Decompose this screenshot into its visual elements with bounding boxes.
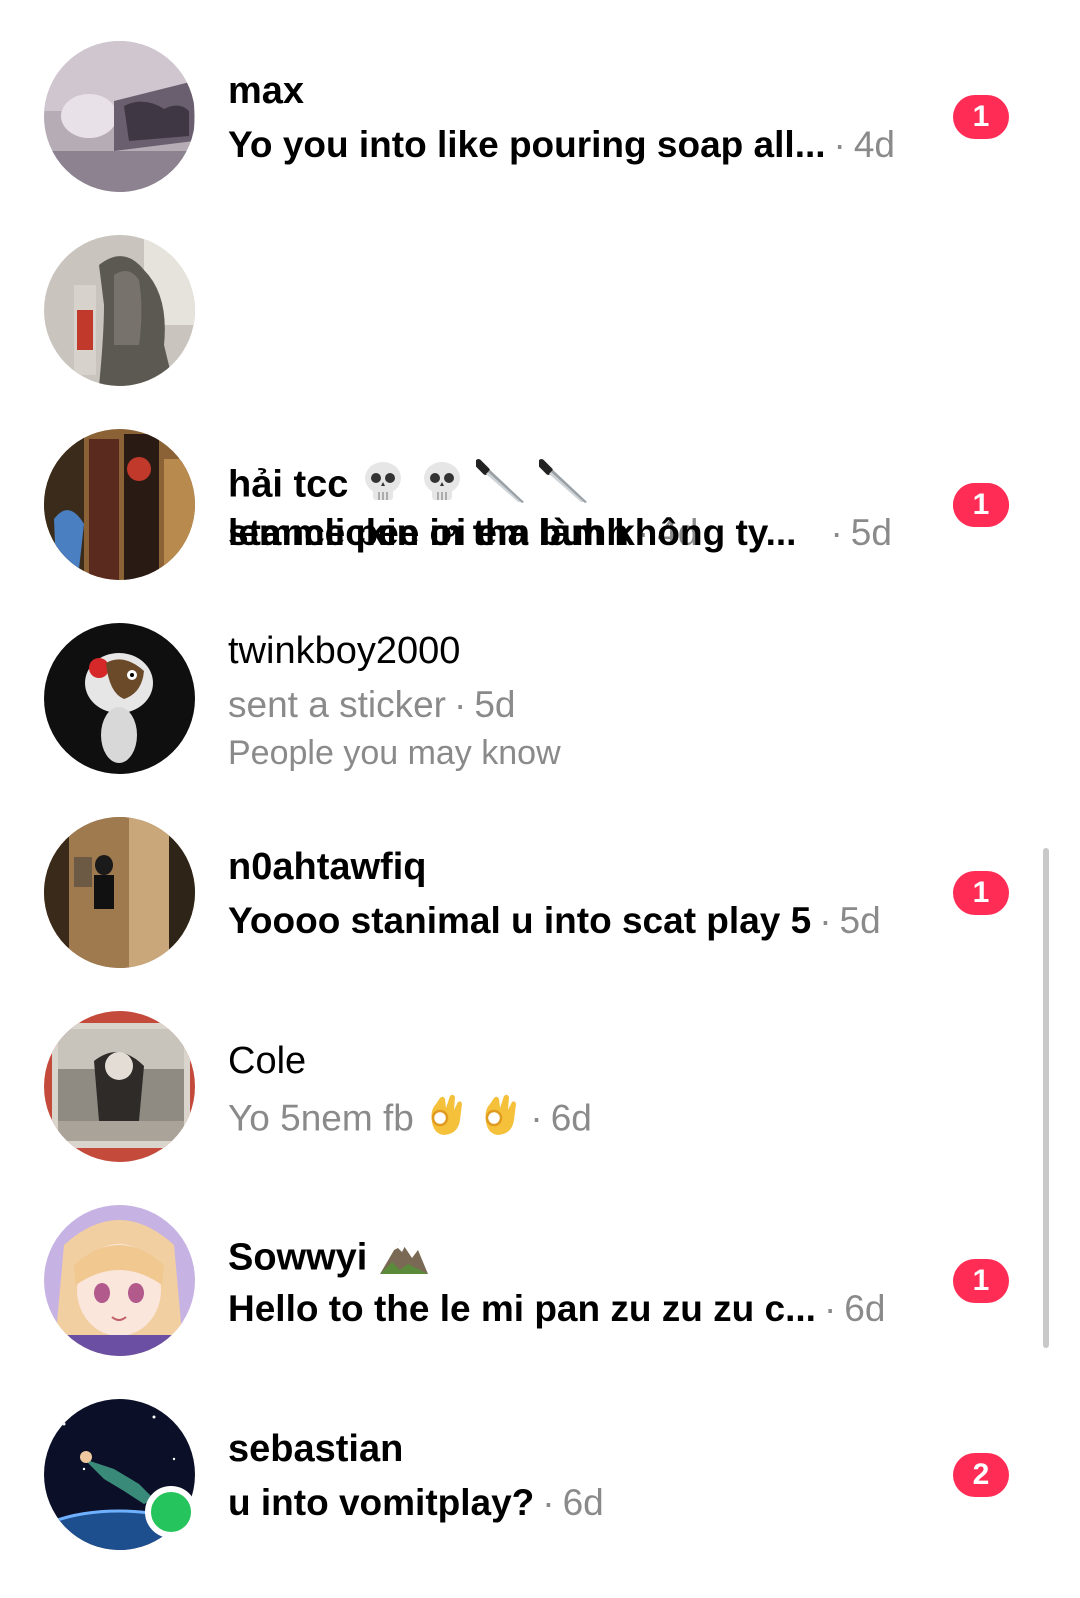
message-preview: sent a sticker · 5d xyxy=(228,682,515,728)
knife-emoji-icon xyxy=(536,456,591,517)
avatar[interactable] xyxy=(44,1011,195,1162)
avatar[interactable] xyxy=(44,817,195,968)
timestamp: 4d xyxy=(853,124,896,165)
ok-hand-emoji-icon xyxy=(478,1092,522,1149)
separator: · xyxy=(542,1482,555,1523)
separator: · xyxy=(830,512,843,553)
conversation-row[interactable]: max Yo you into like pouring soap all...… xyxy=(0,0,1060,194)
conversation-row[interactable]: lemme pee in tha buhh·4d 1 xyxy=(0,194,1060,553)
unread-badge: 1 xyxy=(953,483,1009,527)
ok-hand-emoji-icon xyxy=(424,1092,468,1149)
unread-badge: 1 xyxy=(953,1259,1009,1303)
contact-name: max xyxy=(228,70,305,112)
contact-name: n0ahtawfiq xyxy=(228,846,427,888)
contact-name: Sowwyi xyxy=(228,1232,430,1287)
conversation-row[interactable]: twinkboy2000 sent a sticker · 5d People yo… xyxy=(0,582,1060,776)
avatar[interactable] xyxy=(44,1205,195,1356)
contact-name: sebastian xyxy=(228,1428,404,1470)
timestamp: 6d xyxy=(562,1482,604,1523)
message-preview: stanclickin ơi em làm không ty... · 5d xyxy=(228,510,892,556)
mountain-emoji-icon xyxy=(378,1232,430,1287)
skull-emoji-icon xyxy=(418,458,466,515)
preview-text: u into vomitplay? xyxy=(228,1482,535,1523)
timestamp: 5d xyxy=(474,684,516,725)
contact-name: twinkboy2000 xyxy=(228,630,461,672)
separator: · xyxy=(819,900,832,941)
avatar[interactable] xyxy=(44,235,195,386)
contact-name-text: Sowwyi xyxy=(228,1236,368,1279)
timestamp: 5d xyxy=(839,900,881,941)
separator: · xyxy=(453,684,467,725)
unread-badge: 2 xyxy=(953,1453,1009,1497)
preview-text: Hello to the le mi pan zu zu zu c... xyxy=(228,1288,816,1329)
preview-text: Yo you into like pouring soap all... xyxy=(228,124,826,165)
suggestion-label: People you may know xyxy=(228,734,561,772)
timestamp: 6d xyxy=(550,1097,592,1139)
preview-text: Yoooo stanimal u into scat play 5 xyxy=(228,900,812,941)
contact-name: hải tcc xyxy=(228,456,591,517)
contact-name: Cole xyxy=(228,1040,307,1082)
avatar[interactable] xyxy=(44,429,195,580)
conversation-row[interactable]: n0ahtawfiq Yoooo stanimal u into scat pl… xyxy=(0,776,1060,970)
separator: · xyxy=(823,1288,837,1329)
online-status-indicator xyxy=(145,1486,197,1538)
separator: · xyxy=(530,1097,543,1139)
message-preview: Yoooo stanimal u into scat play 5 · 5d xyxy=(228,898,881,944)
conversation-row[interactable]: Sowwyi Hello to the le mi pan zu zu zu c… xyxy=(0,1164,1060,1358)
message-preview: u into vomitplay? · 6d xyxy=(228,1480,604,1526)
scrollbar[interactable] xyxy=(1043,848,1049,1348)
conversation-row[interactable]: hải tcc stanclickin ơi em làm không ty..… xyxy=(0,388,1060,582)
avatar[interactable] xyxy=(44,623,195,774)
contact-name-text: hải tcc xyxy=(228,463,349,506)
message-preview: Yo you into like pouring soap all... · 4d xyxy=(228,122,895,168)
conversation-row[interactable]: sebastian u into vomitplay? · 6d 2 xyxy=(0,1358,1060,1552)
unread-badge: 1 xyxy=(953,95,1009,139)
unread-badge: 1 xyxy=(953,871,1009,915)
avatar[interactable] xyxy=(44,41,195,192)
preview-text: Yo 5nem fb xyxy=(228,1097,414,1139)
timestamp: 6d xyxy=(844,1288,886,1329)
separator: · xyxy=(833,124,846,165)
conversation-list: max Yo you into like pouring soap all...… xyxy=(0,0,1080,1598)
knife-emoji-icon xyxy=(474,456,528,517)
timestamp: 5d xyxy=(850,512,892,553)
skull-emoji-icon xyxy=(359,458,407,515)
preview-text: sent a sticker xyxy=(228,684,446,725)
preview-text: stanclickin ơi em làm không ty... xyxy=(228,512,797,553)
message-preview: Hello to the le mi pan zu zu zu c... · 6d xyxy=(228,1286,885,1332)
message-preview: Yo 5nem fb · 6d xyxy=(228,1092,592,1149)
conversation-row[interactable]: Cole Yo 5nem fb · 6d xyxy=(0,970,1060,1164)
